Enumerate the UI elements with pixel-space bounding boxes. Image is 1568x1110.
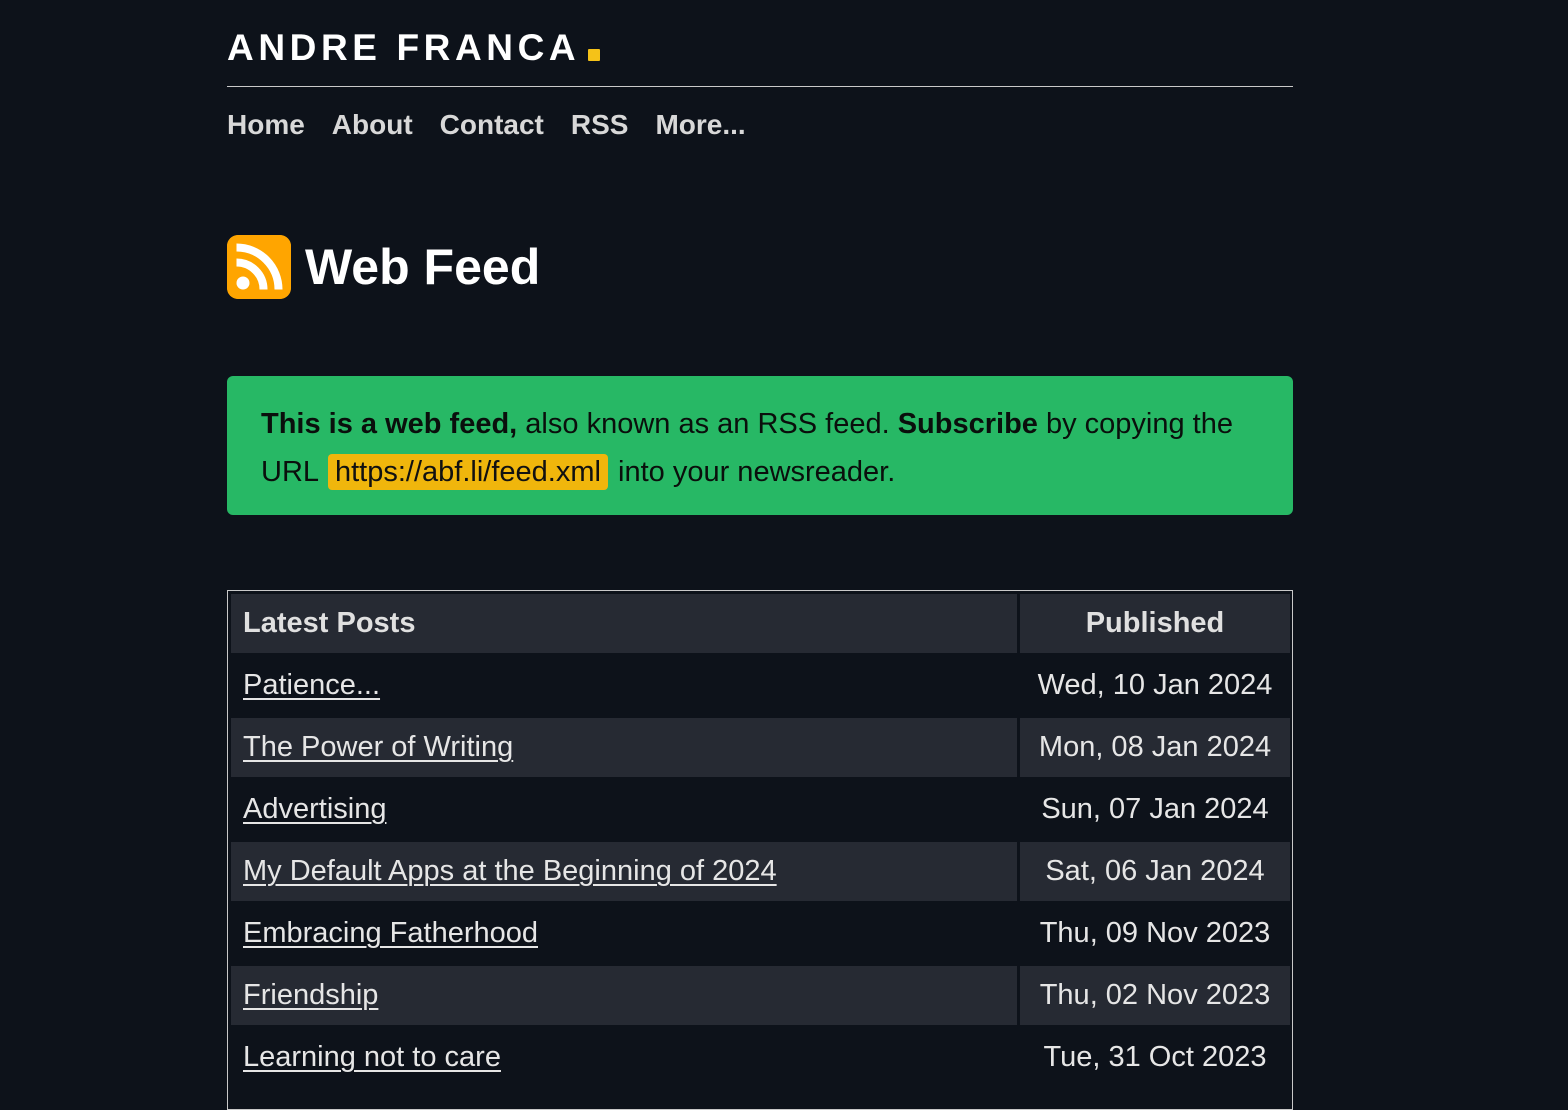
post-link[interactable]: Advertising [243, 793, 386, 825]
post-title-cell: Patience... [231, 656, 1017, 715]
nav-about[interactable]: About [332, 109, 413, 141]
nav-more[interactable]: More... [655, 109, 745, 141]
page-title: Web Feed [305, 239, 541, 295]
notice-text-3: into your newsreader. [609, 456, 896, 488]
post-title-cell: Friendship [231, 966, 1017, 1025]
header-published: Published [1020, 594, 1290, 653]
post-title-cell: Advertising [231, 780, 1017, 839]
posts-table-container: Latest Posts Published Patience... Wed, … [227, 590, 1293, 1110]
table-row: Learning not to care Tue, 31 Oct 2023 [231, 1028, 1290, 1087]
title-accent-dot [588, 49, 601, 61]
header-latest-posts: Latest Posts [231, 594, 1017, 653]
table-row: Friendship Thu, 02 Nov 2023 [231, 966, 1290, 1025]
post-date: Thu, 02 Nov 2023 [1020, 966, 1290, 1025]
post-date: Sun, 07 Jan 2024 [1020, 780, 1290, 839]
rss-icon [227, 235, 291, 299]
notice-subscribe: Subscribe [897, 408, 1038, 440]
table-row: My Default Apps at the Beginning of 2024… [231, 842, 1290, 901]
site-title-text[interactable]: ANDRE FRANCA [227, 27, 580, 69]
post-link[interactable]: My Default Apps at the Beginning of 2024 [243, 855, 777, 887]
table-row: Embracing Fatherhood Thu, 09 Nov 2023 [231, 904, 1290, 963]
post-date: Thu, 09 Nov 2023 [1020, 904, 1290, 963]
post-link[interactable]: The Power of Writing [243, 731, 513, 763]
post-date: Mon, 08 Jan 2024 [1020, 718, 1290, 777]
post-title-cell: Embracing Fatherhood [231, 904, 1017, 963]
nav-contact[interactable]: Contact [440, 109, 544, 141]
table-row: The Power of Writing Mon, 08 Jan 2024 [231, 718, 1290, 777]
post-date: Tue, 31 Oct 2023 [1020, 1028, 1290, 1087]
feed-url[interactable]: https://abf.li/feed.xml [328, 454, 608, 490]
subscribe-notice: This is a web feed, also known as an RSS… [227, 376, 1293, 515]
post-date: Sat, 06 Jan 2024 [1020, 842, 1290, 901]
main-nav: Home About Contact RSS More... [227, 105, 746, 145]
table-row: Patience... Wed, 10 Jan 2024 [231, 656, 1290, 715]
page-heading: Web Feed [227, 235, 540, 299]
posts-table: Latest Posts Published Patience... Wed, … [228, 591, 1293, 1090]
table-header-row: Latest Posts Published [231, 594, 1290, 653]
site-title[interactable]: ANDRE FRANCA [227, 24, 601, 72]
post-link[interactable]: Friendship [243, 979, 378, 1011]
post-title-cell: The Power of Writing [231, 718, 1017, 777]
table-row: Advertising Sun, 07 Jan 2024 [231, 780, 1290, 839]
notice-lead: This is a web feed, [261, 408, 518, 440]
post-title-cell: My Default Apps at the Beginning of 2024 [231, 842, 1017, 901]
post-title-cell: Learning not to care [231, 1028, 1017, 1087]
post-link[interactable]: Learning not to care [243, 1041, 501, 1073]
post-link[interactable]: Patience... [243, 669, 380, 701]
nav-home[interactable]: Home [227, 109, 305, 141]
nav-rss[interactable]: RSS [571, 109, 629, 141]
notice-text-1: also known as an RSS feed. [517, 408, 898, 440]
header-divider [227, 86, 1293, 87]
post-link[interactable]: Embracing Fatherhood [243, 917, 538, 949]
post-date: Wed, 10 Jan 2024 [1020, 656, 1290, 715]
